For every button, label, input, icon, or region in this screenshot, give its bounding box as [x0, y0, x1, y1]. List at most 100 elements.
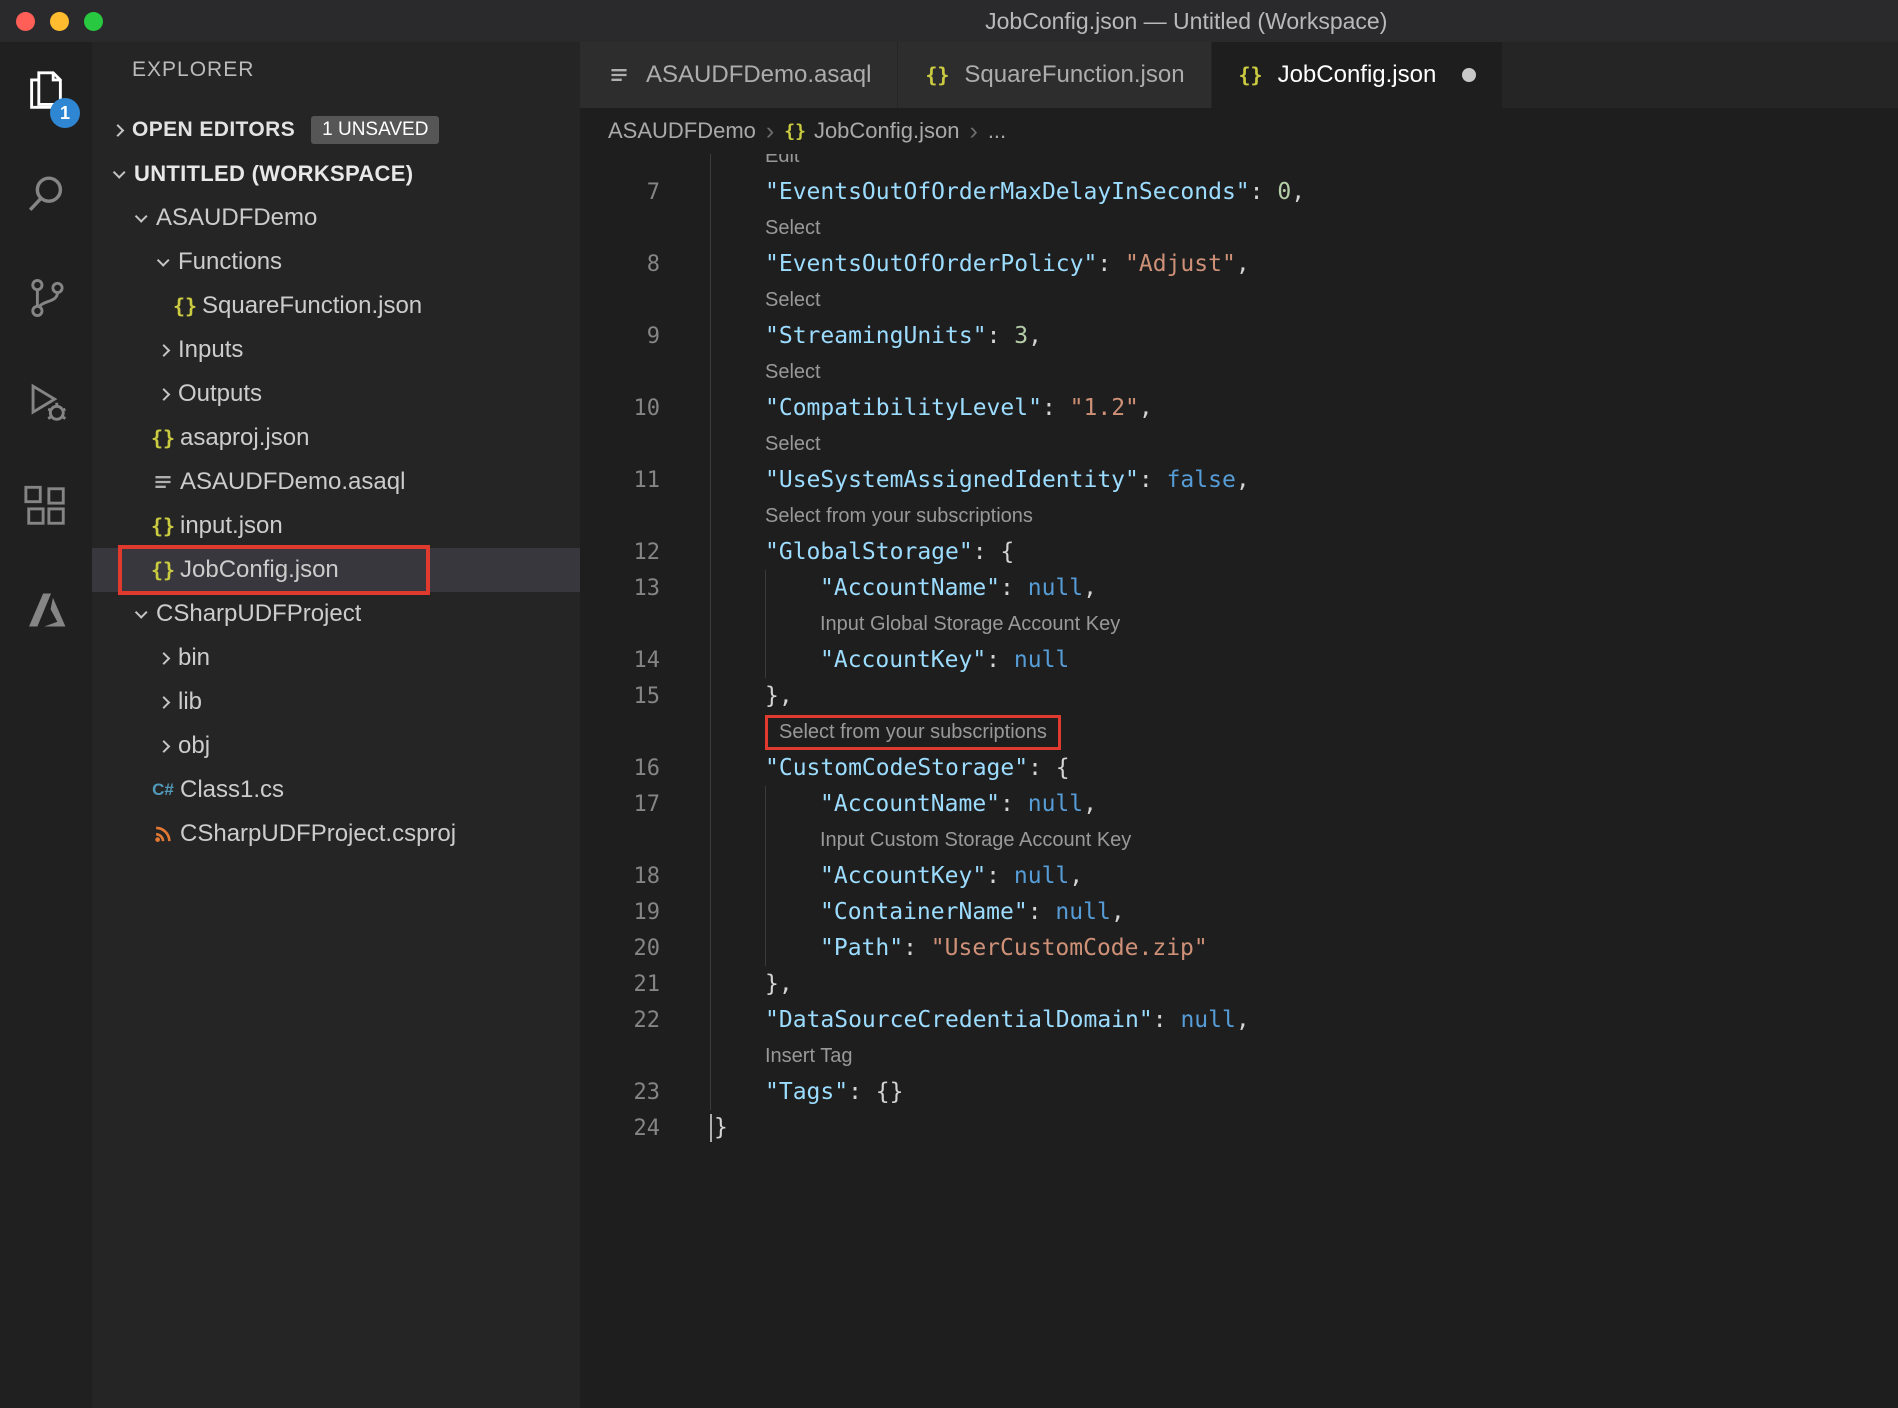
code-text: "ContainerName": null, [710, 899, 1125, 925]
indent-guide [765, 858, 766, 894]
indent-guide [710, 1074, 711, 1110]
activity-search-icon[interactable] [0, 146, 92, 242]
activity-run-debug-icon[interactable] [0, 354, 92, 450]
vscode-window: JobConfig.json — Untitled (Workspace) 1 … [0, 0, 1898, 1408]
code-editor[interactable]: Edit 7 "EventsOutOfOrderMaxDelayInSeconds"… [580, 154, 1898, 1408]
breadcrumb-item-[interactable]: ... [988, 118, 1006, 144]
indent-guide [710, 174, 711, 210]
code-line-15[interactable]: 15}, [580, 678, 1898, 714]
line-number: 12 [633, 539, 661, 565]
codelens-row[interactable]: Select [580, 426, 1898, 462]
code-token: : [986, 323, 1015, 349]
open-editors-section-header[interactable]: OPEN EDITORS 1 UNSAVED [92, 108, 580, 152]
code-token: , [1291, 179, 1306, 205]
tree-item-outputs[interactable]: Outputs [92, 372, 580, 416]
codelens-row[interactable]: Select from your subscriptions [580, 498, 1898, 534]
codelens-link[interactable]: Edit [765, 154, 799, 168]
code-line-23[interactable]: 23 "Tags": {} [580, 1074, 1898, 1110]
code-token: "ContainerName" [820, 899, 1028, 925]
tab-asaudfdemo-asaql[interactable]: ASAUDFDemo.asaql [580, 42, 899, 108]
breadcrumb-item-jobconfig-json[interactable]: {} JobConfig.json [784, 118, 959, 144]
indent-guide [765, 786, 766, 822]
tree-item-csharpudfproject-csproj[interactable]: CSharpUDFProject.csproj [92, 812, 580, 856]
tree-item-obj[interactable]: obj [92, 724, 580, 768]
code-line-14[interactable]: 14 "AccountKey": null [580, 642, 1898, 678]
codelens-row[interactable]: Select [580, 354, 1898, 390]
code-text: "CompatibilityLevel": "1.2", [710, 395, 1153, 421]
codelens-row[interactable]: Input Custom Storage Account Key [580, 822, 1898, 858]
code-line-19[interactable]: 19 "ContainerName": null, [580, 894, 1898, 930]
tree-item-asaudfdemo-asaql[interactable]: ASAUDFDemo.asaql [92, 460, 580, 504]
chevron-down-icon [148, 253, 176, 267]
activity-extensions-icon[interactable] [0, 458, 92, 554]
code-line-21[interactable]: 21}, [580, 966, 1898, 1002]
codelens-link[interactable]: Select [765, 289, 821, 312]
tree-item-inputs[interactable]: Inputs [92, 328, 580, 372]
tree-item-class1-cs[interactable]: C# Class1.cs [92, 768, 580, 812]
tree-item-jobconfig-json[interactable]: {} JobConfig.json [92, 545, 580, 595]
close-window-button[interactable] [16, 11, 35, 31]
code-line-20[interactable]: 20 "Path": "UserCustomCode.zip" [580, 930, 1898, 966]
code-line-13[interactable]: 13 "AccountName": null, [580, 570, 1898, 606]
codelens-link[interactable]: Select from your subscriptions [765, 505, 1033, 528]
tree-item-asaproj-json[interactable]: {} asaproj.json [92, 416, 580, 460]
tree-item-squarefunction-json[interactable]: {} SquareFunction.json [92, 284, 580, 328]
codelens-link[interactable]: Input Global Storage Account Key [820, 613, 1120, 636]
activity-source-control-icon[interactable] [0, 250, 92, 346]
codelens-link-annotated[interactable]: Select from your subscriptions [765, 714, 1061, 750]
json-file-icon: {} [150, 558, 176, 582]
code-line-24[interactable]: 24} [580, 1110, 1898, 1146]
code-line-7[interactable]: 7 "EventsOutOfOrderMaxDelayInSeconds": 0, [580, 174, 1898, 210]
code-token: , [1110, 899, 1125, 925]
tree-item-asaudfdemo[interactable]: ASAUDFDemo [92, 196, 580, 240]
codelens-row[interactable]: Input Global Storage Account Key [580, 606, 1898, 642]
tree-item-untitled-workspace[interactable]: UNTITLED (WORKSPACE) [92, 152, 580, 196]
codelens-row[interactable]: Insert Tag [580, 1038, 1898, 1074]
codelens-link[interactable]: Select [765, 433, 821, 456]
codelens-link[interactable]: Insert Tag [765, 1045, 852, 1068]
code-line-17[interactable]: 17 "AccountName": null, [580, 786, 1898, 822]
tab-squarefunction-json[interactable]: {} SquareFunction.json [898, 42, 1212, 108]
codelens-link[interactable]: Select [765, 361, 821, 384]
codelens-link[interactable]: Select [765, 217, 821, 240]
code-text: "UseSystemAssignedIdentity": false, [710, 467, 1250, 493]
codelens-link[interactable]: Input Custom Storage Account Key [820, 829, 1131, 852]
tab-jobconfig-json[interactable]: {} JobConfig.json [1211, 42, 1504, 108]
code-line-12[interactable]: 12 "GlobalStorage": { [580, 534, 1898, 570]
activity-azure-icon[interactable] [0, 562, 92, 658]
code-line-18[interactable]: 18 "AccountKey": null, [580, 858, 1898, 894]
code-line-22[interactable]: 22 "DataSourceCredentialDomain": null, [580, 1002, 1898, 1038]
codelens-row[interactable]: Select [580, 282, 1898, 318]
code-line-11[interactable]: 11 "UseSystemAssignedIdentity": false, [580, 462, 1898, 498]
code-line-10[interactable]: 10 "CompatibilityLevel": "1.2", [580, 390, 1898, 426]
code-line-9[interactable]: 9 "StreamingUnits": 3, [580, 318, 1898, 354]
tree-item-functions[interactable]: Functions [92, 240, 580, 284]
tree-item-label: SquareFunction.json [202, 292, 423, 319]
codelens-row[interactable]: Select [580, 210, 1898, 246]
line-number: 16 [633, 755, 661, 781]
zoom-window-button[interactable] [84, 11, 103, 31]
tree-item-csharpudfproject[interactable]: CSharpUDFProject [92, 592, 580, 636]
line-content: "Tags": {} [710, 1074, 1898, 1110]
breadcrumb-item-asaudfdemo[interactable]: ASAUDFDemo [608, 118, 756, 144]
code-token: "EventsOutOfOrderPolicy" [765, 251, 1098, 277]
line-content: Select from your subscriptions [710, 714, 1898, 750]
code-text: "EventsOutOfOrderMaxDelayInSeconds": 0, [710, 179, 1305, 205]
code-text: "StreamingUnits": 3, [710, 323, 1042, 349]
tree-item-bin[interactable]: bin [92, 636, 580, 680]
tree-item-input-json[interactable]: {} input.json [92, 504, 580, 548]
minimize-window-button[interactable] [50, 11, 69, 31]
code-line-16[interactable]: 16 "CustomCodeStorage": { [580, 750, 1898, 786]
line-content: Select from your subscriptions [710, 498, 1898, 534]
code-token: null [1180, 1007, 1236, 1033]
codelens-row[interactable]: Edit [580, 154, 1898, 174]
line-content: "EventsOutOfOrderMaxDelayInSeconds": 0, [710, 174, 1898, 210]
codelens-row[interactable]: Select from your subscriptions [580, 714, 1898, 750]
breadcrumb-label: ... [987, 118, 1007, 143]
tree-item-lib[interactable]: lib [92, 680, 580, 724]
modified-dot-icon[interactable] [1462, 68, 1477, 82]
indent-guide [765, 606, 766, 642]
code-token: , [1235, 467, 1250, 493]
activity-explorer-icon[interactable]: 1 [0, 42, 92, 138]
code-line-8[interactable]: 8 "EventsOutOfOrderPolicy": "Adjust", [580, 246, 1898, 282]
